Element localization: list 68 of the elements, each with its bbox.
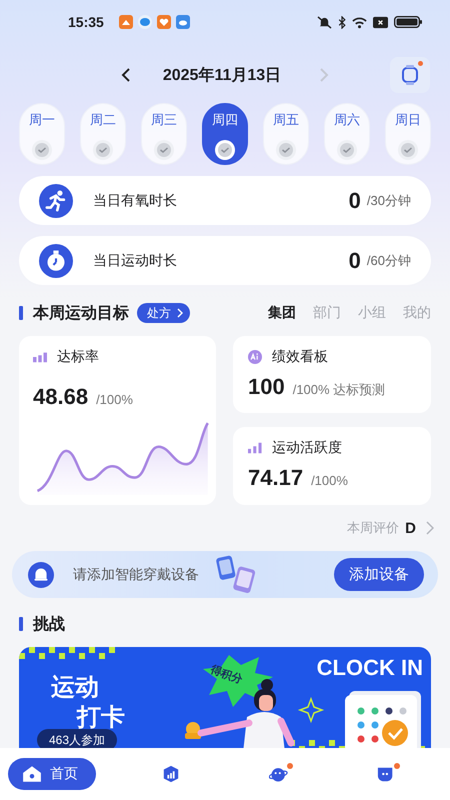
battery-icon [394,16,422,28]
section-title: 挑战 [33,614,65,634]
check-icon [92,139,114,161]
app-icon [138,15,152,29]
check-icon [153,139,175,161]
check-icon [214,139,236,161]
rising-bars-icon [33,351,47,363]
bell-icon [28,562,54,588]
app-icon [176,15,190,29]
running-icon [39,184,73,218]
stat-value: 0 [348,188,361,214]
stat-target: /60分钟 [366,252,411,270]
date-title: 2025年11月13日 [162,66,282,86]
metric-value: 48.68 [33,384,88,410]
check-icon [336,139,358,161]
planet-icon [268,765,289,783]
metric-unit: /100% [96,392,133,407]
notification-dot [418,61,423,66]
metric-value: 74.17 [248,465,304,491]
day-tab[interactable]: 周六 [324,103,370,165]
scope-tab[interactable]: 集团 [268,304,296,322]
app-icon [118,15,133,29]
day-tab[interactable]: 周三 [141,103,187,165]
stat-label: 当日有氧时长 [93,192,178,210]
day-tab[interactable]: 周日 [385,103,431,165]
day-tab[interactable]: 周四 [202,103,248,165]
day-tab[interactable]: 周五 [263,103,309,165]
metric-unit: /100% [311,473,348,488]
challenge-banner[interactable]: 运动 打卡 得积分 CLOCK IN 463人参加 [19,647,431,748]
metric-value: 100 [248,374,285,400]
bar-chart-icon [248,442,262,454]
sim-icon [373,16,388,28]
stopwatch-icon [39,244,73,278]
wifi-icon [352,16,367,28]
ai-icon [248,350,262,364]
chevron-icon [426,521,434,535]
metric-unit: /100% 达标预测 [292,381,386,399]
check-icon [397,139,419,161]
watch-button[interactable] [390,57,430,93]
section-title: 本周运动目标 [33,304,129,324]
app-icon [156,15,171,29]
participants-badge: 463人参加 [37,729,118,748]
check-icon [275,139,297,161]
notification-dot [394,763,400,769]
status-time: 15:35 [68,14,104,30]
card-title: 绩效看板 [272,348,328,366]
bluetooth-icon [338,16,346,28]
banner-sticker-text: 得积分 [208,662,245,688]
home-icon [22,765,42,783]
day-tab[interactable]: 周一 [19,103,65,165]
weekly-rating-link[interactable]: 本周评价 D [347,519,434,537]
card-title: 运动活跃度 [272,439,342,457]
stat-value: 0 [348,248,361,274]
chevron-icon [177,308,183,318]
notification-dot [286,763,293,769]
banner-title: 运动 [51,673,100,703]
stat-target: /30分钟 [366,192,411,210]
card-title: 达标率 [57,348,99,366]
nav-tab[interactable]: 首页 [8,758,96,790]
prescription-button[interactable]: 处方 [137,303,190,323]
watch-icon [400,64,420,86]
add-device-button[interactable]: 添加设备 [334,558,424,591]
stat-label: 当日运动时长 [93,252,178,270]
check-icon [31,139,53,161]
mute-icon [317,16,332,28]
day-tab[interactable]: 周二 [80,103,126,165]
device-message: 请添加智能穿戴设备 [73,566,199,584]
banner-headline: CLOCK IN [316,655,423,681]
